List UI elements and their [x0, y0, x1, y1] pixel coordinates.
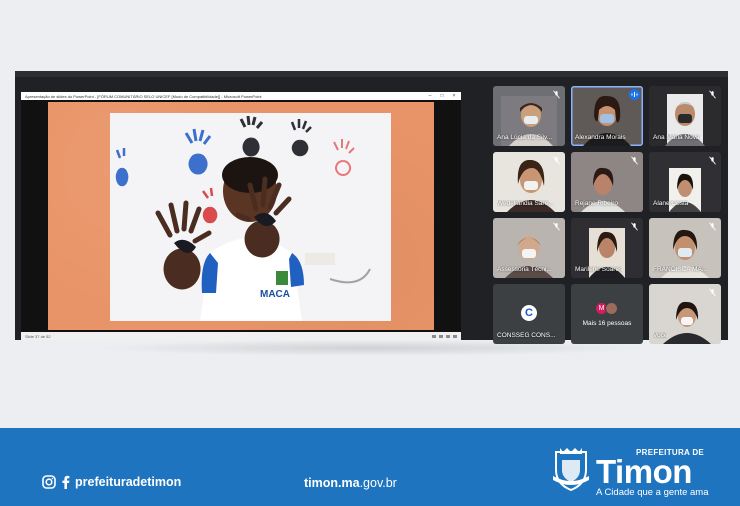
participant-name: Ana Maria Nova [653, 134, 700, 141]
mic-off-icon [631, 222, 638, 231]
mic-off-icon [553, 90, 560, 99]
more-participants-label: Mais 16 pessoas [582, 320, 632, 327]
site-domain: timon.ma [304, 476, 360, 490]
participant-tile[interactable]: Wedeliândia Sare... [493, 152, 565, 212]
mic-off-icon [709, 288, 716, 297]
participant-name: FRANCISCA MA... [653, 266, 708, 273]
instagram-icon[interactable] [42, 475, 56, 489]
participant-tile-speaking[interactable]: Alexandra Morais [571, 86, 643, 146]
participant-name: Você [653, 332, 668, 339]
participant-avatar-photo [605, 302, 618, 315]
social-links: prefeituradetimon [42, 475, 181, 489]
participant-name: Marilene Soares [575, 266, 623, 273]
more-participants-avatars: M [595, 302, 618, 315]
shirt-text: MACA [260, 289, 290, 300]
brand-slogan: A Cidade que a gente ama [596, 487, 709, 498]
participant-tile[interactable]: Ana Maria Nova [649, 86, 721, 146]
participant-avatar: C [521, 305, 537, 321]
participant-name: Alane Costa [653, 200, 689, 207]
zoom-icon[interactable] [453, 334, 457, 338]
prev-slide-icon[interactable] [432, 334, 436, 338]
participant-name: Rejane Ribeiro [575, 200, 618, 207]
footer-bar: prefeituradetimon timon.ma.gov.br PREFEI… [0, 428, 740, 506]
city-seal-icon [553, 448, 589, 492]
participant-grid: Ana Lúcia da Silv... Alexandra Morais An… [493, 86, 721, 344]
participant-name: Wedeliândia Sare... [497, 200, 554, 207]
child-handprints-image: MACA [115, 115, 371, 321]
participant-name: Alexandra Morais [575, 134, 626, 141]
meeting-topbar [15, 71, 728, 77]
mic-off-icon [709, 222, 716, 231]
maximize-button[interactable]: □ [439, 93, 445, 99]
participant-name: Ana Lúcia da Silv... [497, 134, 553, 141]
more-participants-tile[interactable]: M Mais 16 pessoas [571, 284, 643, 344]
self-view-tile[interactable]: Você [649, 284, 721, 344]
meeting-screenshot: Apresentação de slides do PowerPoint - [… [15, 71, 728, 344]
presentation-title: Apresentação de slides do PowerPoint - [… [25, 93, 262, 99]
mic-off-icon [709, 90, 716, 99]
mic-off-icon [631, 156, 638, 165]
minimize-button[interactable]: – [427, 93, 433, 99]
prefeitura-logo: PREFEITURA DE Timon A Cidade que a gente… [552, 443, 722, 499]
participant-name: CONSSEG CONS... [497, 332, 556, 339]
participant-name: Assessoria Técni... [497, 266, 552, 273]
presentation-statusbar: Slide 37 de 52 [21, 332, 461, 340]
menu-icon[interactable] [439, 334, 443, 338]
mic-off-icon [553, 222, 560, 231]
mic-off-icon [709, 156, 716, 165]
slide-photo: MACA [110, 113, 391, 321]
close-button[interactable]: × [451, 93, 457, 99]
screenshot-shadow [90, 340, 650, 356]
facebook-icon[interactable] [61, 475, 70, 489]
speaking-indicator-icon [629, 89, 640, 100]
site-suffix: .gov.br [359, 476, 397, 490]
participant-tile[interactable]: Assessoria Técni... [493, 218, 565, 278]
participant-tile[interactable]: Ana Lúcia da Silv... [493, 86, 565, 146]
participant-tile[interactable]: FRANCISCA MA... [649, 218, 721, 278]
brand-name: Timon [596, 453, 692, 490]
participant-tile[interactable]: C CONSSEG CONS... [493, 284, 565, 344]
mic-off-icon [553, 156, 560, 165]
presentation-window: Apresentação de slides do PowerPoint - [… [21, 92, 461, 340]
participant-tile[interactable]: Alane Costa [649, 152, 721, 212]
social-handle[interactable]: prefeituradetimon [75, 475, 181, 489]
participant-tile[interactable]: Marilene Soares [571, 218, 643, 278]
presentation-titlebar: Apresentação de slides do PowerPoint - [… [21, 92, 461, 100]
website-link[interactable]: timon.ma.gov.br [304, 476, 397, 490]
slide-canvas: MACA [48, 102, 434, 330]
next-slide-icon[interactable] [446, 334, 450, 338]
slide-counter: Slide 37 de 52 [25, 333, 51, 339]
participant-tile[interactable]: Rejane Ribeiro [571, 152, 643, 212]
